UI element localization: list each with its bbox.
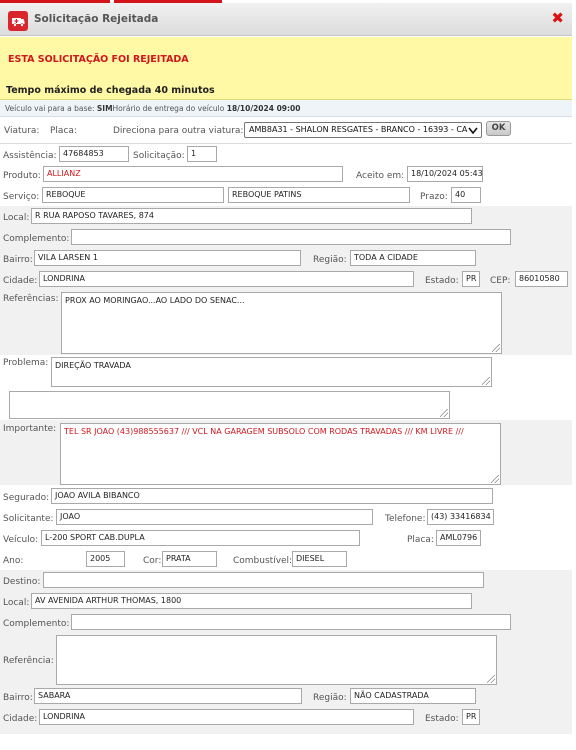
redirect-label: Direciona para outra viatura: [113,126,244,136]
ano-field[interactable]: 2005 [86,551,125,567]
problema-text: DIREÇÃO TRAVADA [55,361,131,370]
vehicle-info-strip: Veículo vai para a base: SIMHorário de e… [0,100,572,117]
prazo-field[interactable]: 40 [451,187,481,203]
viatura-label: Viatura: [4,126,40,136]
assistencia-field[interactable]: 47684853 [59,146,129,162]
estado-label: Estado: [425,276,459,286]
combustivel-field[interactable]: DIESEL [292,551,347,567]
cidade-field[interactable]: LONDRINA [39,271,414,287]
dest-bairro-label: Bairro: [3,693,33,703]
title-bar: Solicitação Rejeitada ✖ [0,3,572,36]
aceito-label: Aceito em: [356,171,405,181]
dest-complemento-label: Complemento: [3,619,70,629]
dest-local-field[interactable]: AV AVENIDA ARTHUR THOMAS, 1800 [31,593,472,609]
local-label: Local: [3,213,30,223]
problema-textarea[interactable]: DIREÇÃO TRAVADA [51,357,492,387]
dest-regiao-label: Região: [313,693,347,703]
solicitacao-label: Solicitação: [133,151,185,161]
dest-estado-field[interactable]: PR [462,709,480,725]
complemento-label: Complemento: [3,234,70,244]
placa-label: Placa: [407,535,434,545]
bairro-label: Bairro: [3,255,33,265]
dest-cidade-field[interactable]: LONDRINA [39,709,414,725]
alert-title: ESTA SOLICITAÇÃO FOI REJEITADA [8,54,189,65]
dest-bairro-field[interactable]: SABARA [34,688,302,704]
assistencia-label: Assistência: [3,151,57,161]
max-arrival-time: Tempo máximo de chegada 40 minutos [6,85,215,96]
prazo-label: Prazo: [420,192,448,202]
segurado-field[interactable]: JOAO AVILA BIBANCO [51,488,493,504]
combustivel-label: Combustível: [233,556,293,566]
divider [0,143,572,144]
dest-complemento-field[interactable] [71,614,511,630]
regiao-field[interactable]: TODA A CIDADE [350,250,476,266]
resize-grip-icon[interactable] [492,344,500,352]
rejection-alert: ESTA SOLICITAÇÃO FOI REJEITADA Tempo máx… [0,37,572,100]
cor-label: Cor: [143,556,162,566]
estado-field[interactable]: PR [462,271,480,287]
dest-estado-label: Estado: [425,714,459,724]
delivery-value: 18/10/2024 09:00 [226,104,301,113]
solicitacao-field[interactable]: 1 [187,146,217,162]
destino-label: Destino: [3,577,41,587]
viatura-select[interactable]: AMB8A31 - SHALON RESGATES - BRANCO - 163… [244,122,482,138]
servico-label: Serviço: [3,192,40,202]
chevron-down-icon [468,127,478,135]
ambulance-logo-icon [8,11,28,31]
cep-label: CEP: [490,276,511,286]
placa-label: Placa: [50,126,77,136]
base-value: SIM [96,104,113,113]
ok-button[interactable]: OK [486,121,511,136]
veiculo-label: Veículo: [3,535,39,545]
delivery-label: Horário de entrega do veículo [112,104,227,113]
referencias-label: Referências: [3,294,59,304]
referencias-textarea[interactable]: PROX AO MORINGAO...AO LADO DO SENAC... [61,292,502,354]
importante-label: Importante: [3,424,57,434]
produto-label: Produto: [3,171,41,181]
veiculo-field[interactable]: L-200 SPORT CAB.DUPLA [41,530,360,546]
aceito-field[interactable]: 18/10/2024 05:43 [407,166,483,182]
regiao-label: Região: [313,255,347,265]
telefone-label: Telefone: [385,514,426,524]
resize-grip-icon[interactable] [440,409,448,417]
servico-detail-field[interactable]: REBOQUE PATINS [228,187,410,203]
resize-grip-icon[interactable] [487,675,495,683]
cor-field[interactable]: PRATA [162,551,217,567]
importante-text: TEL SR JOAO (43)988555637 /// VCL NA GAR… [64,427,464,436]
solicitante-label: Solicitante: [3,514,54,524]
dest-cidade-label: Cidade: [3,714,38,724]
destino-field[interactable] [43,572,484,588]
dest-regiao-field[interactable]: NÃO CADASTRADA [350,688,476,704]
solicitante-field[interactable]: JOAO [56,509,373,525]
dest-referencia-textarea[interactable] [56,635,497,685]
importante-textarea[interactable]: TEL SR JOAO (43)988555637 /// VCL NA GAR… [60,423,501,485]
dest-referencia-label: Referência: [3,656,54,666]
problema-label: Problema: [3,358,49,368]
complemento-field[interactable] [71,229,511,245]
produto-field[interactable]: ALLIANZ [43,166,343,182]
placa-field[interactable]: AML0796 [436,530,481,546]
local-field[interactable]: R RUA RAPOSO TAVARES, 874 [31,208,472,224]
cep-field[interactable]: 86010580 [515,271,568,287]
resize-grip-icon[interactable] [491,475,499,483]
close-icon[interactable]: ✖ [551,9,564,27]
resize-grip-icon[interactable] [482,377,490,385]
telefone-field[interactable]: (43) 33416834 [427,509,494,525]
servico-field[interactable]: REBOQUE [42,187,224,203]
bairro-field[interactable]: VILA LARSEN 1 [34,250,301,266]
viatura-select-value: AMB8A31 - SHALON RESGATES - BRANCO - 163… [249,125,468,134]
base-label: Veículo vai para a base: [5,104,97,113]
window-title: Solicitação Rejeitada [34,13,159,25]
segurado-label: Segurado: [3,493,50,503]
problema-extra-textarea[interactable] [9,391,450,419]
cidade-label: Cidade: [3,276,38,286]
dest-local-label: Local: [3,598,30,608]
referencias-text: PROX AO MORINGAO...AO LADO DO SENAC... [65,296,245,305]
ano-label: Ano: [3,556,24,566]
